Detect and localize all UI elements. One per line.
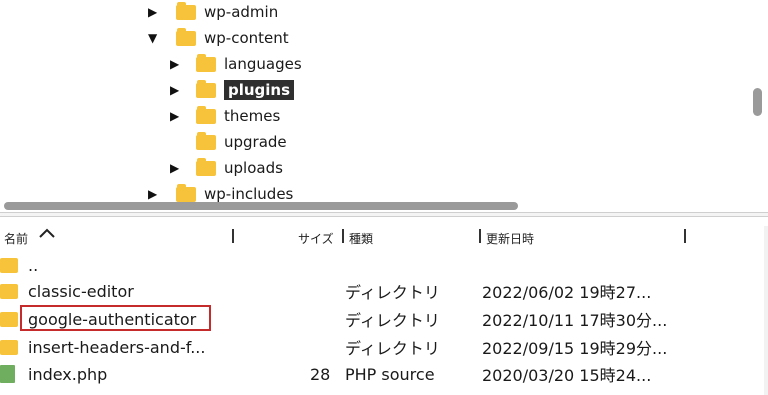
column-separator[interactable]: [684, 229, 686, 243]
tree-item-label: themes: [224, 107, 281, 125]
tree-item-label-selected: plugins: [224, 80, 295, 100]
folder-icon: [0, 283, 18, 299]
tree-item-upgrade[interactable]: upgrade: [196, 131, 287, 153]
folder-icon: [196, 131, 216, 150]
file-date: 2020/03/20 15時24...: [482, 366, 652, 385]
column-header-type[interactable]: 種類: [349, 230, 373, 247]
remote-directory-tree: ▶ wp-admin ▼ wp-content ▶ languages ▶ pl…: [0, 0, 768, 212]
column-separator[interactable]: [342, 229, 344, 243]
file-date: 2022/06/02 19時27...: [482, 283, 652, 302]
tree-item-label: wp-content: [204, 29, 289, 47]
folder-icon: [0, 339, 18, 355]
list-item[interactable]: index.php 28 PHP source 2020/03/20 15時24…: [0, 361, 768, 387]
folder-icon: [196, 157, 216, 176]
tree-item-languages[interactable]: languages: [196, 53, 302, 75]
file-name: ..: [28, 255, 39, 275]
column-header-name[interactable]: 名前: [4, 230, 28, 247]
tree-item-label: uploads: [224, 159, 283, 177]
file-date: 2022/09/15 19時29分...: [482, 339, 668, 358]
expand-arrow-icon[interactable]: ▶: [170, 161, 179, 175]
file-date: 2022/10/11 17時30分...: [482, 311, 668, 330]
column-header-size[interactable]: サイズ: [298, 230, 334, 247]
tree-item-label: languages: [224, 55, 302, 73]
tree-item-plugins[interactable]: plugins: [196, 79, 295, 101]
folder-icon: [0, 257, 18, 273]
horizontal-scrollbar[interactable]: [0, 198, 748, 212]
expand-arrow-icon[interactable]: ▶: [170, 109, 179, 123]
pane-splitter[interactable]: [0, 212, 768, 217]
list-item[interactable]: ..: [0, 252, 768, 278]
chevron-up-icon[interactable]: [38, 227, 56, 242]
vertical-scrollbar-thumb[interactable]: [753, 88, 762, 116]
folder-icon: [0, 311, 18, 327]
scrollbar-thumb[interactable]: [4, 202, 518, 210]
folder-icon: [176, 27, 196, 46]
file-type: ディレクトリ: [345, 283, 440, 302]
collapse-arrow-icon[interactable]: ▼: [148, 31, 157, 45]
expand-arrow-icon[interactable]: ▶: [170, 57, 179, 71]
folder-icon: [176, 1, 196, 20]
folder-icon: [196, 53, 216, 72]
folder-icon: [196, 79, 216, 98]
tree-item-label: upgrade: [224, 133, 287, 151]
tree-item-label: wp-admin: [204, 3, 279, 21]
file-type: ディレクトリ: [345, 311, 440, 330]
file-list-header: 名前 サイズ 種類 更新日時: [0, 226, 768, 248]
list-item[interactable]: insert-headers-and-f... ディレクトリ 2022/09/1…: [0, 334, 768, 360]
column-separator[interactable]: [232, 229, 234, 243]
php-file-icon: [0, 365, 15, 383]
expand-arrow-icon[interactable]: ▶: [148, 5, 157, 19]
column-separator[interactable]: [479, 229, 481, 243]
file-size: 28: [310, 364, 331, 384]
file-name: classic-editor: [28, 281, 134, 301]
highlight-box: [20, 305, 211, 331]
tree-item-uploads[interactable]: uploads: [196, 157, 283, 179]
tree-item-themes[interactable]: themes: [196, 105, 280, 127]
file-type: PHP source: [345, 364, 435, 384]
list-item[interactable]: classic-editor ディレクトリ 2022/06/02 19時27..…: [0, 278, 768, 304]
file-name: insert-headers-and-f...: [28, 337, 206, 357]
folder-icon: [196, 105, 216, 124]
file-type: ディレクトリ: [345, 339, 440, 358]
list-scrollbar-track[interactable]: [764, 226, 768, 395]
tree-item-wp-content[interactable]: wp-content: [176, 27, 289, 49]
tree-item-wp-admin[interactable]: wp-admin: [176, 1, 278, 23]
column-header-modified[interactable]: 更新日時: [486, 230, 534, 247]
file-name: index.php: [28, 364, 108, 384]
expand-arrow-icon[interactable]: ▶: [170, 83, 179, 97]
